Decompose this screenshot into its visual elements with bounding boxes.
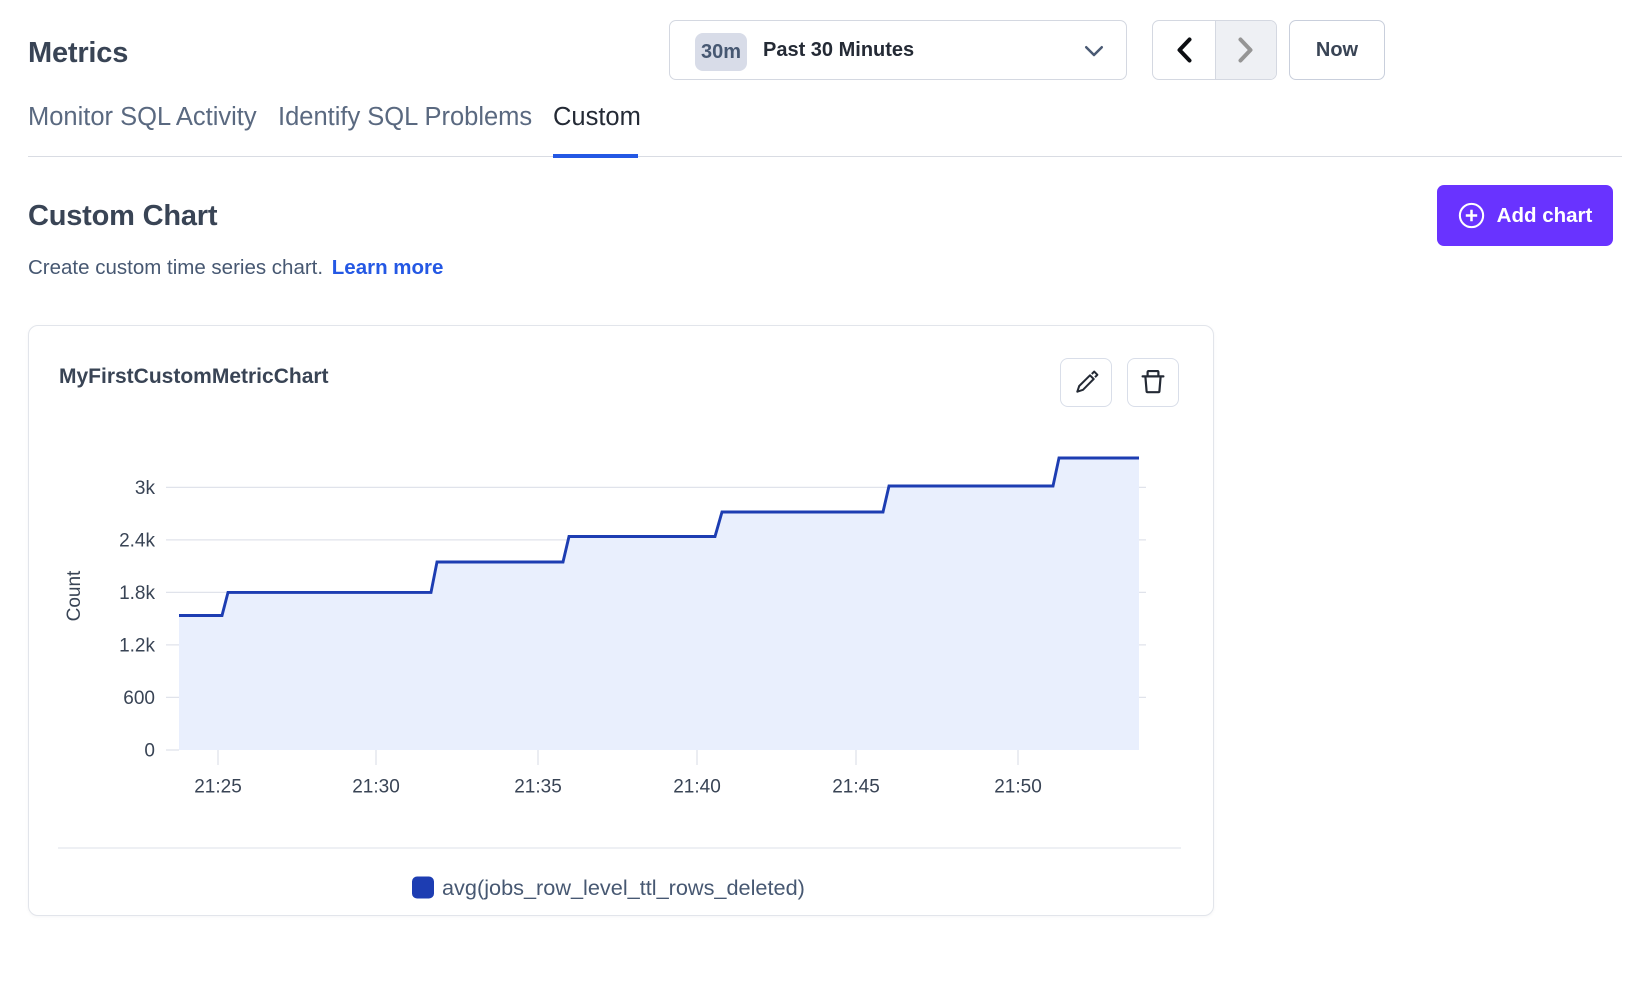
svg-text:21:45: 21:45 bbox=[832, 776, 880, 797]
svg-text:avg(jobs_row_level_ttl_rows_de: avg(jobs_row_level_ttl_rows_deleted) bbox=[442, 875, 805, 900]
svg-text:2.4k: 2.4k bbox=[119, 531, 155, 552]
svg-text:600: 600 bbox=[123, 688, 155, 709]
svg-text:1.2k: 1.2k bbox=[119, 636, 155, 657]
svg-text:21:40: 21:40 bbox=[673, 776, 721, 797]
svg-text:0: 0 bbox=[144, 741, 155, 762]
svg-text:Count: Count bbox=[64, 570, 85, 621]
svg-text:21:50: 21:50 bbox=[994, 776, 1042, 797]
svg-text:1.8k: 1.8k bbox=[119, 583, 155, 604]
svg-text:3k: 3k bbox=[135, 478, 156, 499]
svg-text:21:25: 21:25 bbox=[194, 776, 242, 797]
svg-text:21:30: 21:30 bbox=[352, 776, 400, 797]
svg-text:21:35: 21:35 bbox=[514, 776, 562, 797]
